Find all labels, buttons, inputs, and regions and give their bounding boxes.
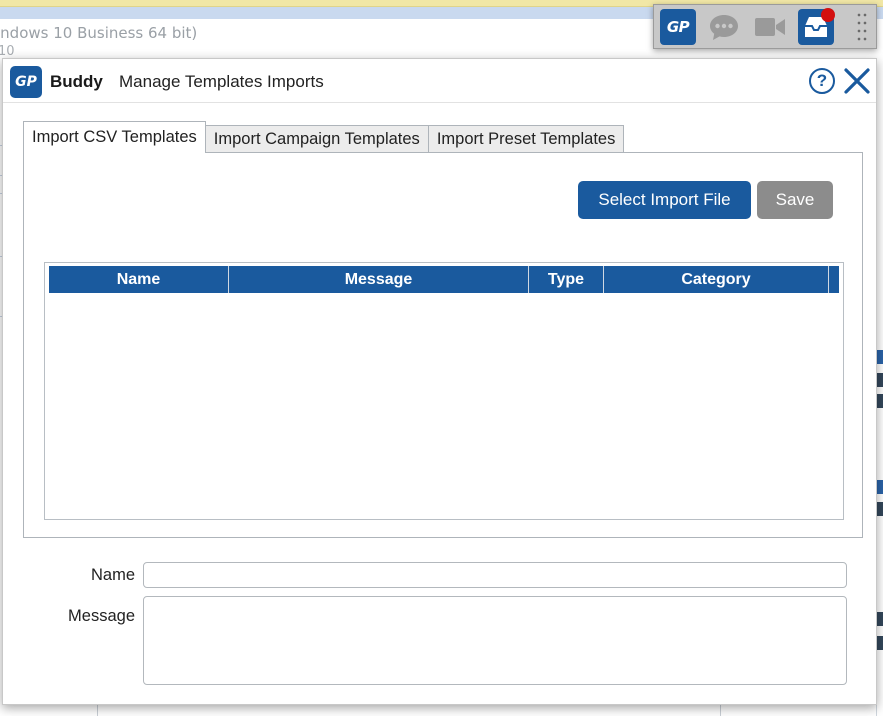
chat-button[interactable] (706, 9, 742, 45)
grid-header: Name Message Type Category (49, 266, 839, 293)
app-logo: GP (10, 66, 42, 98)
app-name: Buddy (50, 72, 103, 91)
chat-icon (710, 14, 738, 40)
tab-bar: Import CSV Templates Import Campaign Tem… (23, 121, 625, 153)
column-header-type[interactable]: Type (529, 266, 604, 293)
tab-import-csv[interactable]: Import CSV Templates (23, 121, 206, 153)
column-header-filler (829, 266, 839, 293)
drag-handle[interactable] (856, 11, 868, 44)
background-right-mark (877, 350, 883, 364)
background-right-mark (877, 480, 883, 494)
question-icon: ? (816, 71, 828, 90)
inbox-button[interactable] (798, 7, 835, 45)
name-label: Name (90, 566, 135, 584)
background-right-mark (877, 636, 883, 650)
message-label: Message (68, 607, 135, 625)
gp-logo-icon: GP (666, 17, 690, 36)
help-button[interactable]: ? (809, 68, 835, 94)
notification-badge (821, 7, 835, 22)
column-header-name[interactable]: Name (49, 266, 229, 293)
column-header-category[interactable]: Category (604, 266, 829, 293)
background-right-mark (877, 502, 883, 516)
background-os-version-text: 10 (0, 44, 15, 59)
gp-app-button[interactable]: GP (660, 8, 696, 45)
name-input[interactable] (143, 562, 847, 588)
column-header-message[interactable]: Message (229, 266, 529, 293)
dialog-title-bar: GP Buddy Manage Templates Imports ? (3, 59, 876, 103)
manage-templates-dialog: GP Buddy Manage Templates Imports ? Impo… (2, 58, 877, 705)
close-icon[interactable] (843, 67, 871, 95)
templates-grid[interactable]: Name Message Type Category (44, 262, 844, 520)
background-right-mark (877, 373, 883, 387)
message-textarea[interactable] (143, 596, 847, 685)
video-camera-icon (755, 17, 785, 36)
tab-import-preset[interactable]: Import Preset Templates (427, 125, 625, 153)
select-import-file-button[interactable]: Select Import File (578, 181, 751, 219)
background-right-mark (877, 394, 883, 408)
tab-panel-import-csv: Select Import File Save Name Message Typ… (23, 152, 863, 538)
floating-toolbar: GP (653, 4, 877, 49)
save-button[interactable]: Save (757, 181, 833, 219)
background-right-mark (877, 612, 883, 626)
video-call-button[interactable] (752, 9, 788, 45)
tab-import-campaign[interactable]: Import Campaign Templates (204, 125, 429, 153)
background-os-info-text: indows 10 Business 64 bit) (0, 24, 198, 42)
dialog-title: Manage Templates Imports (119, 72, 324, 91)
gp-logo-icon: GP (15, 74, 37, 90)
